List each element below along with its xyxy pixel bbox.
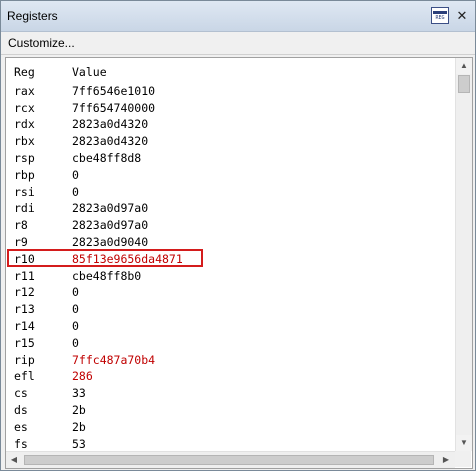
register-row-r9[interactable]: r9 2823a0d9040 bbox=[6, 234, 454, 251]
register-value[interactable]: 33 bbox=[72, 385, 86, 402]
scroll-down-arrow-icon[interactable]: ▼ bbox=[456, 435, 472, 451]
register-value[interactable]: cbe48ff8d8 bbox=[72, 150, 141, 167]
vertical-scroll-thumb[interactable] bbox=[458, 75, 470, 93]
register-row-rsp[interactable]: rsp cbe48ff8d8 bbox=[6, 150, 454, 167]
register-name: r14 bbox=[14, 318, 35, 333]
horizontal-scrollbar[interactable]: ◀ ▶ bbox=[6, 451, 455, 468]
register-row-rax[interactable]: rax 7ff6546e1010 bbox=[6, 83, 454, 100]
register-value[interactable]: 2823a0d4320 bbox=[72, 133, 148, 150]
register-name: ds bbox=[14, 402, 28, 417]
title-bar[interactable]: Registers REG ✕ bbox=[1, 1, 475, 32]
register-value[interactable]: 2b bbox=[72, 402, 86, 419]
register-row-rcx[interactable]: rcx 7ff654740000 bbox=[6, 100, 454, 117]
register-row-r13[interactable]: r13 0 bbox=[6, 301, 454, 318]
register-row-r15[interactable]: r15 0 bbox=[6, 335, 454, 352]
register-name: es bbox=[14, 419, 28, 434]
register-row-r14[interactable]: r14 0 bbox=[6, 318, 454, 335]
register-name: rsp bbox=[14, 150, 35, 165]
register-value[interactable]: 2823a0d4320 bbox=[72, 116, 148, 133]
register-value[interactable]: 85f13e9656da4871 bbox=[72, 251, 183, 268]
vertical-scrollbar[interactable]: ▲ ▼ bbox=[455, 58, 472, 451]
register-value[interactable]: 7ffc487a70b4 bbox=[72, 352, 155, 369]
register-name: rbx bbox=[14, 134, 35, 149]
register-row-rip[interactable]: rip 7ffc487a70b4 bbox=[6, 352, 454, 369]
register-list[interactable]: Reg Value rax 7ff6546e1010 rcx 7ff654740000… bbox=[6, 58, 454, 451]
register-name: rdi bbox=[14, 201, 35, 216]
register-name: r8 bbox=[14, 218, 28, 233]
register-name: efl bbox=[14, 369, 35, 384]
register-value[interactable]: 53 bbox=[72, 436, 86, 451]
register-name: r15 bbox=[14, 335, 35, 350]
scroll-left-arrow-icon[interactable]: ◀ bbox=[6, 452, 22, 468]
register-row-r10[interactable]: r10 85f13e9656da4871 bbox=[6, 248, 454, 268]
register-row-r12[interactable]: r12 0 bbox=[6, 284, 454, 301]
horizontal-scroll-thumb[interactable] bbox=[24, 455, 434, 465]
scrollbar-corner bbox=[455, 451, 471, 467]
register-name: rip bbox=[14, 352, 35, 367]
scroll-right-arrow-icon[interactable]: ▶ bbox=[438, 452, 454, 468]
register-value[interactable]: 2823a0d97a0 bbox=[72, 217, 148, 234]
register-name: rcx bbox=[14, 100, 35, 115]
register-value[interactable]: 0 bbox=[72, 335, 79, 352]
register-row-rbx[interactable]: rbx 2823a0d4320 bbox=[6, 133, 454, 150]
column-header-row: Reg Value bbox=[6, 64, 454, 81]
register-name: r12 bbox=[14, 285, 35, 300]
registers-window: Registers REG ✕ Customize... Reg Value r… bbox=[0, 0, 476, 471]
register-window-icon[interactable]: REG bbox=[431, 7, 449, 24]
register-value[interactable]: 2823a0d97a0 bbox=[72, 200, 148, 217]
column-header-value[interactable]: Value bbox=[72, 64, 107, 81]
icon-bar bbox=[433, 10, 447, 14]
register-name: rdx bbox=[14, 117, 35, 132]
register-name: fs bbox=[14, 436, 28, 451]
register-name: r10 bbox=[14, 251, 35, 266]
register-value[interactable]: 286 bbox=[72, 368, 93, 385]
register-name: rbp bbox=[14, 167, 35, 182]
register-value[interactable]: 0 bbox=[72, 284, 79, 301]
register-value[interactable]: 0 bbox=[72, 301, 79, 318]
register-row-r8[interactable]: r8 2823a0d97a0 bbox=[6, 217, 454, 234]
window-title: Registers bbox=[7, 9, 58, 23]
icon-text: REG bbox=[435, 14, 445, 21]
register-value[interactable]: 7ff654740000 bbox=[72, 100, 155, 117]
register-row-cs[interactable]: cs 33 bbox=[6, 385, 454, 402]
column-header-reg[interactable]: Reg bbox=[14, 64, 35, 81]
register-value[interactable]: 0 bbox=[72, 184, 79, 201]
close-icon[interactable]: ✕ bbox=[453, 7, 471, 24]
register-row-rsi[interactable]: rsi 0 bbox=[6, 184, 454, 201]
register-name: r13 bbox=[14, 302, 35, 317]
register-name: rax bbox=[14, 83, 35, 98]
register-row-fs[interactable]: fs 53 bbox=[6, 436, 454, 451]
register-row-rbp[interactable]: rbp 0 bbox=[6, 167, 454, 184]
register-value[interactable]: 0 bbox=[72, 167, 79, 184]
customize-button[interactable]: Customize... bbox=[8, 36, 75, 50]
register-row-efl[interactable]: efl 286 bbox=[6, 368, 454, 385]
register-name: cs bbox=[14, 386, 28, 401]
scroll-up-arrow-icon[interactable]: ▲ bbox=[456, 58, 472, 74]
register-row-ds[interactable]: ds 2b bbox=[6, 402, 454, 419]
register-row-r11[interactable]: r11 cbe48ff8b0 bbox=[6, 268, 454, 285]
register-row-es[interactable]: es 2b bbox=[6, 419, 454, 436]
register-value[interactable]: 0 bbox=[72, 318, 79, 335]
register-name: r11 bbox=[14, 268, 35, 283]
register-row-rdi[interactable]: rdi 2823a0d97a0 bbox=[6, 200, 454, 217]
register-value[interactable]: cbe48ff8b0 bbox=[72, 268, 141, 285]
registers-panel: Reg Value rax 7ff6546e1010 rcx 7ff654740000… bbox=[5, 57, 473, 469]
register-name: r9 bbox=[14, 234, 28, 249]
register-value[interactable]: 2823a0d9040 bbox=[72, 234, 148, 251]
register-value[interactable]: 7ff6546e1010 bbox=[72, 83, 155, 100]
toolbar: Customize... bbox=[1, 32, 475, 55]
register-name: rsi bbox=[14, 184, 35, 199]
register-value[interactable]: 2b bbox=[72, 419, 86, 436]
register-row-rdx[interactable]: rdx 2823a0d4320 bbox=[6, 116, 454, 133]
